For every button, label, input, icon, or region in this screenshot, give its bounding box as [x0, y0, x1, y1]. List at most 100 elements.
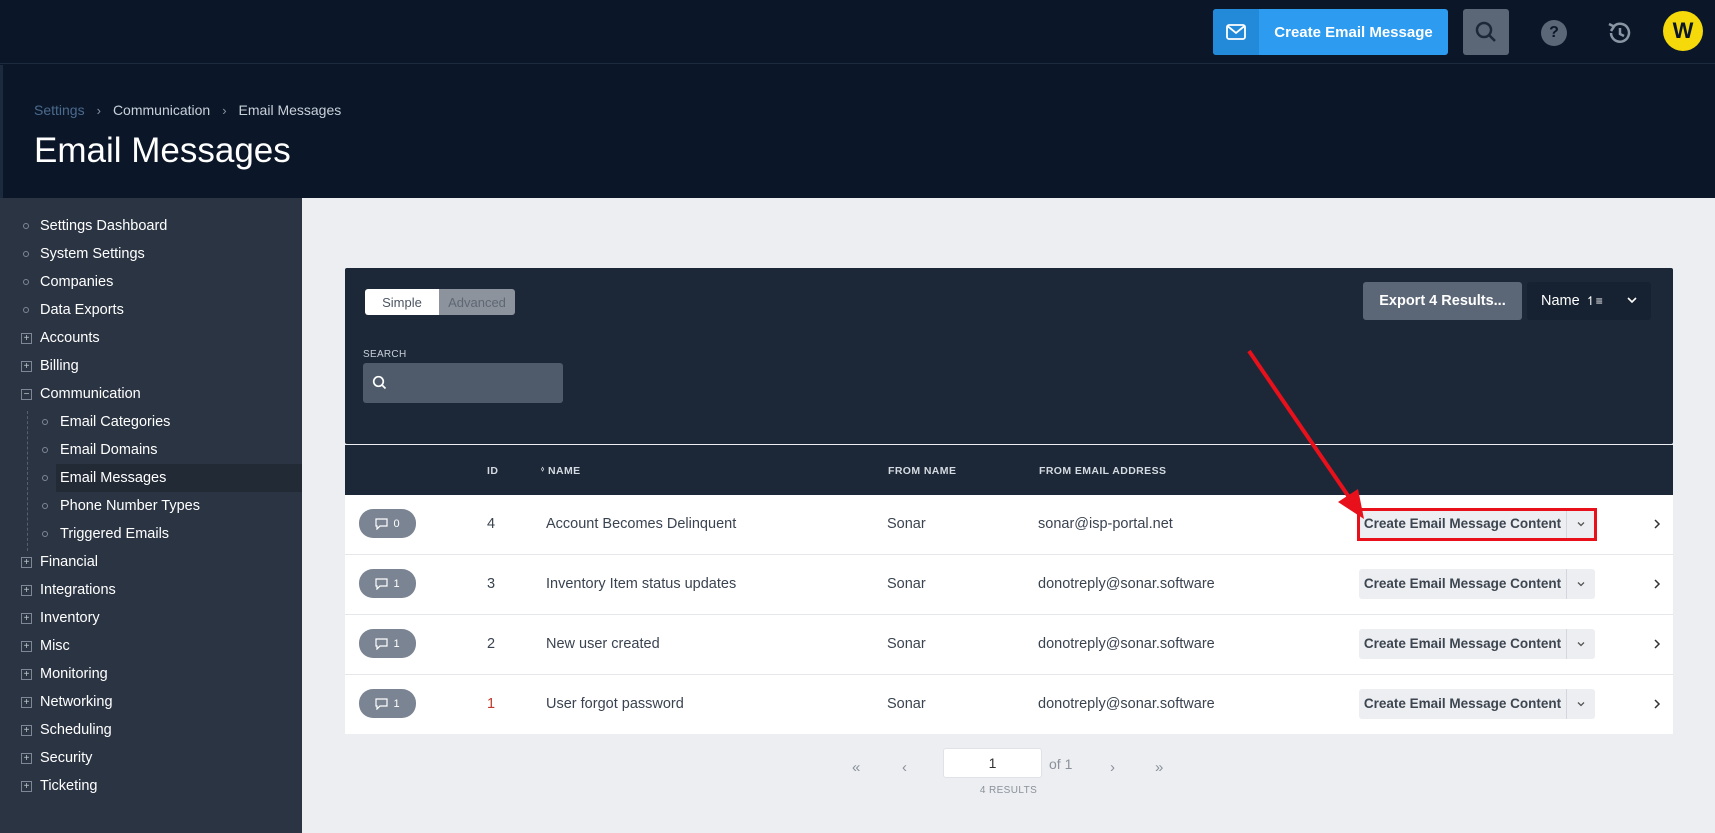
expand-icon[interactable]: + [21, 668, 32, 680]
sidebar-item-label: System Settings [40, 246, 145, 262]
table-row[interactable]: 1 1 User forgot password Sonar donotrepl… [345, 675, 1673, 735]
table-row[interactable]: 1 3 Inventory Item status updates Sonar … [345, 555, 1673, 615]
bullet-icon [23, 307, 29, 313]
expand-icon[interactable]: + [21, 332, 32, 344]
sidebar-item-label: Settings Dashboard [40, 218, 168, 234]
sidebar-item-billing[interactable]: + Billing [0, 352, 302, 380]
user-avatar[interactable]: W [1663, 11, 1703, 51]
prev-page-button[interactable]: ‹ [902, 759, 907, 776]
table-row[interactable]: 0 4 Account Becomes Delinquent Sonar son… [345, 495, 1673, 555]
create-content-label[interactable]: Create Email Message Content [1359, 569, 1567, 599]
sidebar-item-label: Data Exports [40, 302, 124, 318]
chevron-down-icon[interactable] [1567, 579, 1595, 589]
notes-count: 1 [393, 637, 400, 650]
expand-icon[interactable]: + [21, 696, 32, 708]
chevron-right-icon[interactable] [1651, 697, 1663, 711]
notes-badge[interactable]: 0 [359, 509, 416, 538]
create-email-message-button[interactable]: Create Email Message [1213, 9, 1448, 55]
sidebar-item-scheduling[interactable]: + Scheduling [0, 716, 302, 744]
settings-sidebar: Settings Dashboard System Settings Compa… [0, 198, 302, 833]
sidebar-item-email-messages[interactable]: Email Messages [42, 464, 302, 492]
bullet-icon [42, 447, 48, 453]
cell-from-name: Sonar [887, 696, 926, 712]
sidebar-item-communication[interactable]: − Communication [0, 380, 302, 408]
export-results-button[interactable]: Export 4 Results... [1363, 282, 1522, 320]
sidebar-item-inventory[interactable]: + Inventory [0, 604, 302, 632]
first-page-button[interactable]: « [852, 759, 860, 776]
sort-select[interactable]: Name ↿≡ [1527, 282, 1651, 320]
sidebar-item-triggered-emails[interactable]: Triggered Emails [0, 520, 302, 548]
expand-icon[interactable]: + [21, 752, 32, 764]
sidebar-item-companies[interactable]: Companies [0, 268, 302, 296]
cell-id: 1 [487, 696, 496, 712]
chevron-down-icon[interactable] [1567, 699, 1595, 709]
expand-icon[interactable]: + [21, 584, 32, 596]
expand-icon[interactable]: + [21, 724, 32, 736]
create-email-message-content-button[interactable]: Create Email Message Content [1359, 569, 1595, 599]
history-icon[interactable] [1605, 18, 1635, 48]
toggle-advanced[interactable]: Advanced [439, 289, 515, 315]
create-email-message-content-button[interactable]: Create Email Message Content [1359, 689, 1595, 719]
sidebar-item-networking[interactable]: + Networking [0, 688, 302, 716]
notes-badge[interactable]: 1 [359, 689, 416, 718]
breadcrumb: Settings › Communication › Email Message… [34, 102, 341, 118]
sidebar-item-misc[interactable]: + Misc [0, 632, 302, 660]
bullet-icon [42, 419, 48, 425]
header-name[interactable]: NAME [548, 465, 581, 477]
table-row[interactable]: 1 2 New user created Sonar donotreply@so… [345, 615, 1673, 675]
help-icon[interactable]: ? [1541, 20, 1567, 46]
chevron-right-icon[interactable] [1651, 577, 1663, 591]
sort-indicator-icon: ⬨ [541, 466, 545, 473]
search-mode-toggle[interactable]: Simple Advanced [365, 289, 515, 315]
collapse-icon[interactable]: − [21, 388, 32, 400]
bullet-icon [23, 251, 29, 257]
search-input[interactable] [363, 363, 563, 403]
header-from-email[interactable]: FROM EMAIL ADDRESS [1039, 465, 1166, 477]
create-content-label[interactable]: Create Email Message Content [1359, 689, 1567, 719]
chevron-down-icon[interactable] [1567, 639, 1595, 649]
create-content-label[interactable]: Create Email Message Content [1359, 629, 1567, 659]
sort-direction-icon[interactable]: ↿≡ [1586, 294, 1603, 308]
expand-icon[interactable]: + [21, 360, 32, 372]
cell-from-name: Sonar [887, 576, 926, 592]
expand-icon[interactable]: + [21, 780, 32, 792]
create-email-message-content-button[interactable]: Create Email Message Content [1359, 629, 1595, 659]
notes-badge[interactable]: 1 [359, 629, 416, 658]
header-from-name[interactable]: FROM NAME [888, 465, 956, 477]
breadcrumb-email-messages: Email Messages [238, 102, 342, 118]
chevron-right-icon[interactable] [1651, 637, 1663, 651]
sidebar-item-ticketing[interactable]: + Ticketing [0, 772, 302, 800]
breadcrumb-communication[interactable]: Communication [113, 102, 210, 118]
pagination: « ‹ 1 of 1 › » [302, 748, 1715, 788]
sidebar-item-monitoring[interactable]: + Monitoring [0, 660, 302, 688]
toggle-simple[interactable]: Simple [365, 289, 439, 315]
chevron-right-icon[interactable] [1651, 517, 1663, 531]
search-icon [372, 375, 387, 390]
global-search-button[interactable] [1463, 9, 1509, 55]
expand-icon[interactable]: + [21, 612, 32, 624]
breadcrumb-settings[interactable]: Settings [34, 102, 85, 118]
sidebar-item-email-categories[interactable]: Email Categories [0, 408, 302, 436]
sidebar-item-label: Inventory [40, 610, 100, 626]
expand-icon[interactable]: + [21, 640, 32, 652]
bullet-icon [23, 279, 29, 285]
sidebar-item-financial[interactable]: + Financial [0, 548, 302, 576]
sidebar-item-settings-dashboard[interactable]: Settings Dashboard [0, 212, 302, 240]
sidebar-item-integrations[interactable]: + Integrations [0, 576, 302, 604]
top-bar: Create Email Message ? W [0, 0, 1715, 64]
page-number-input[interactable]: 1 [943, 748, 1042, 778]
annotation-highlight-box [1357, 508, 1597, 541]
sidebar-item-email-domains[interactable]: Email Domains [0, 436, 302, 464]
expand-icon[interactable]: + [21, 556, 32, 568]
sidebar-item-label: Misc [40, 638, 70, 654]
sidebar-item-phone-number-types[interactable]: Phone Number Types [0, 492, 302, 520]
create-email-message-label: Create Email Message [1274, 23, 1433, 41]
sidebar-item-security[interactable]: + Security [0, 744, 302, 772]
sidebar-item-data-exports[interactable]: Data Exports [0, 296, 302, 324]
notes-badge[interactable]: 1 [359, 569, 416, 598]
header-id[interactable]: ID [487, 465, 498, 477]
next-page-button[interactable]: › [1110, 759, 1115, 776]
sidebar-item-system-settings[interactable]: System Settings [0, 240, 302, 268]
sidebar-item-accounts[interactable]: + Accounts [0, 324, 302, 352]
last-page-button[interactable]: » [1155, 759, 1163, 776]
